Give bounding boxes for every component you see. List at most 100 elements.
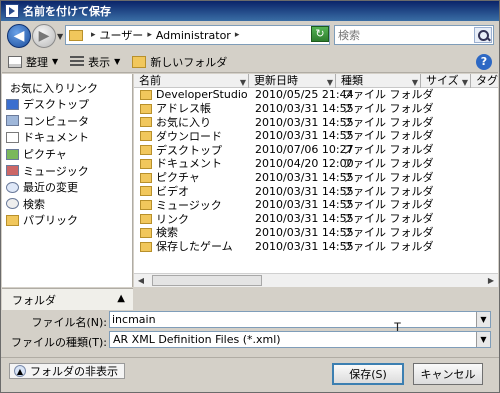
table-row[interactable]: ダウンロード 2010/03/31 14:55 ファイル フォルダ: [134, 129, 498, 143]
nav-item-recent[interactable]: 最近の変更: [2, 179, 132, 196]
nav-item-pictures[interactable]: ピクチャ: [2, 146, 132, 163]
nav-item-search[interactable]: 検索: [2, 196, 132, 213]
file-date: 2010/07/06 10:27: [255, 143, 354, 157]
file-type: ファイル フォルダ: [342, 170, 434, 184]
nav-item-label: デスクトップ: [23, 98, 89, 112]
folders-toggle[interactable]: フォルダ ▲: [2, 288, 133, 310]
scroll-left-icon[interactable]: ◀: [134, 274, 148, 287]
file-type: ファイル フォルダ: [342, 198, 434, 212]
filename-input[interactable]: [110, 312, 470, 327]
scroll-right-icon[interactable]: ▶: [484, 274, 498, 287]
organize-label: 整理: [26, 55, 48, 69]
refresh-button[interactable]: ↻: [311, 26, 329, 42]
help-icon[interactable]: ?: [476, 54, 492, 70]
file-date: 2010/03/31 14:55: [255, 184, 354, 198]
hide-folders-button[interactable]: ▲ フォルダの非表示: [9, 363, 125, 379]
table-row[interactable]: お気に入り 2010/03/31 14:55 ファイル フォルダ: [134, 116, 498, 130]
chevron-down-icon[interactable]: ▼: [412, 76, 418, 88]
file-type: ファイル フォルダ: [342, 129, 434, 143]
nav-item-documents[interactable]: ドキュメント: [2, 129, 132, 146]
address-bar[interactable]: ▸ ユーザー ▸ Administrator ▸ ▼: [65, 25, 330, 45]
back-button[interactable]: ◀: [7, 24, 31, 48]
breadcrumb-separator-icon[interactable]: ▸: [235, 30, 240, 40]
nav-item-label: ピクチャ: [23, 148, 67, 162]
file-type: ファイル フォルダ: [342, 143, 434, 157]
navigation-bar: ◀ ▶ ▼ ▸ ユーザー ▸ Administrator ▸ ▼ ↻: [1, 23, 499, 49]
folder-icon: [140, 241, 152, 252]
dialog-footer: ▲ フォルダの非表示 保存(S) キャンセル: [1, 357, 499, 387]
file-name-cell: デスクトップ: [134, 143, 249, 157]
table-row[interactable]: リンク 2010/03/31 14:55 ファイル フォルダ: [134, 212, 498, 226]
chevron-down-icon: ▼: [114, 57, 121, 66]
search-box[interactable]: [334, 25, 494, 45]
nav-item-public[interactable]: パブリック: [2, 212, 132, 229]
filename-combobox[interactable]: ▼: [109, 311, 491, 328]
chevron-down-icon[interactable]: ▼: [327, 76, 333, 88]
save-button[interactable]: 保存(S): [332, 363, 404, 385]
table-row[interactable]: アドレス帳 2010/03/31 14:55 ファイル フォルダ: [134, 102, 498, 116]
file-name: リンク: [156, 212, 189, 226]
breadcrumb-separator-icon[interactable]: ▸: [91, 30, 96, 40]
file-type: ファイル フォルダ: [342, 115, 434, 129]
chevron-down-icon: ▼: [52, 57, 59, 66]
table-row[interactable]: ミュージック 2010/03/31 14:55 ファイル フォルダ: [134, 198, 498, 212]
hide-folders-label: フォルダの非表示: [30, 365, 118, 378]
folder-icon: [140, 117, 152, 128]
file-type: ファイル フォルダ: [342, 239, 434, 253]
cancel-button[interactable]: キャンセル: [413, 363, 483, 385]
navigation-pane: お気に入りリンク デスクトップ コンピュータ ドキュメント ピクチャ ミュージッ…: [2, 74, 133, 287]
folder-icon: [140, 89, 152, 100]
search-input[interactable]: [335, 26, 465, 44]
column-label: タグ: [476, 74, 498, 87]
table-row[interactable]: ピクチャ 2010/03/31 14:55 ファイル フォルダ: [134, 171, 498, 185]
views-button[interactable]: 表示 ▼: [64, 52, 126, 72]
breadcrumb-separator-icon[interactable]: ▸: [147, 30, 152, 40]
table-row[interactable]: 検索 2010/03/31 14:55 ファイル フォルダ: [134, 226, 498, 240]
filetype-select[interactable]: AR XML Definition Files (*.xml) ▼: [109, 331, 491, 348]
column-header-tags[interactable]: タグ: [471, 74, 498, 88]
chevron-down-icon[interactable]: ▼: [476, 332, 490, 347]
title-bar[interactable]: 名前を付けて保存: [1, 1, 499, 21]
horizontal-scrollbar[interactable]: ◀ ▶: [134, 273, 498, 287]
file-name: ダウンロード: [156, 129, 222, 143]
table-row[interactable]: ドキュメント 2010/04/20 12:00 ファイル フォルダ: [134, 157, 498, 171]
chevron-down-icon[interactable]: ▼: [476, 312, 490, 327]
table-row[interactable]: ビデオ 2010/03/31 14:55 ファイル フォルダ: [134, 185, 498, 199]
file-name: デスクトップ: [156, 143, 222, 157]
file-date: 2010/03/31 14:55: [255, 239, 354, 253]
chevron-down-icon[interactable]: ▼: [462, 76, 468, 88]
file-name: DeveloperStudio: [156, 88, 248, 102]
breadcrumb-users[interactable]: ユーザー: [100, 27, 144, 43]
file-type: ファイル フォルダ: [342, 225, 434, 239]
search-icon[interactable]: [474, 27, 492, 43]
nav-item-music[interactable]: ミュージック: [2, 162, 132, 179]
file-name-cell: リンク: [134, 212, 249, 226]
window-title: 名前を付けて保存: [23, 5, 111, 18]
filetype-value: AR XML Definition Files (*.xml): [113, 333, 281, 346]
column-header-type[interactable]: 種類 ▼: [336, 74, 421, 88]
folder-icon: [140, 200, 152, 211]
chevron-up-icon: ▲: [117, 293, 125, 304]
recent-pages-dropdown-icon[interactable]: ▼: [57, 32, 63, 41]
forward-button[interactable]: ▶: [32, 24, 56, 48]
column-header-size[interactable]: サイズ ▼: [421, 74, 471, 88]
filename-label: ファイル名(N):: [31, 316, 107, 329]
table-row[interactable]: デスクトップ 2010/07/06 10:27 ファイル フォルダ: [134, 143, 498, 157]
folder-icon: [140, 158, 152, 169]
organize-button[interactable]: 整理 ▼: [2, 52, 64, 72]
nav-item-desktop[interactable]: デスクトップ: [2, 96, 132, 113]
nav-item-computer[interactable]: コンピュータ: [2, 113, 132, 130]
column-header-name[interactable]: 名前 ▼: [134, 74, 249, 88]
file-type: ファイル フォルダ: [342, 101, 434, 115]
table-row[interactable]: 保存したゲーム 2010/03/31 14:55 ファイル フォルダ: [134, 240, 498, 254]
scrollbar-thumb[interactable]: [152, 275, 262, 286]
documents-icon: [6, 131, 19, 143]
breadcrumb-administrator[interactable]: Administrator: [156, 29, 231, 42]
file-date: 2010/03/31 14:55: [255, 101, 354, 115]
computer-icon: [6, 115, 19, 127]
column-header-date[interactable]: 更新日時 ▼: [249, 74, 336, 88]
new-folder-button[interactable]: 新しいフォルダ: [126, 52, 233, 72]
chevron-down-icon[interactable]: ▼: [240, 76, 246, 88]
table-row[interactable]: DeveloperStudio 2010/05/25 21:44 ファイル フォルダ: [134, 88, 498, 102]
file-name: 保存したゲーム: [156, 240, 233, 254]
